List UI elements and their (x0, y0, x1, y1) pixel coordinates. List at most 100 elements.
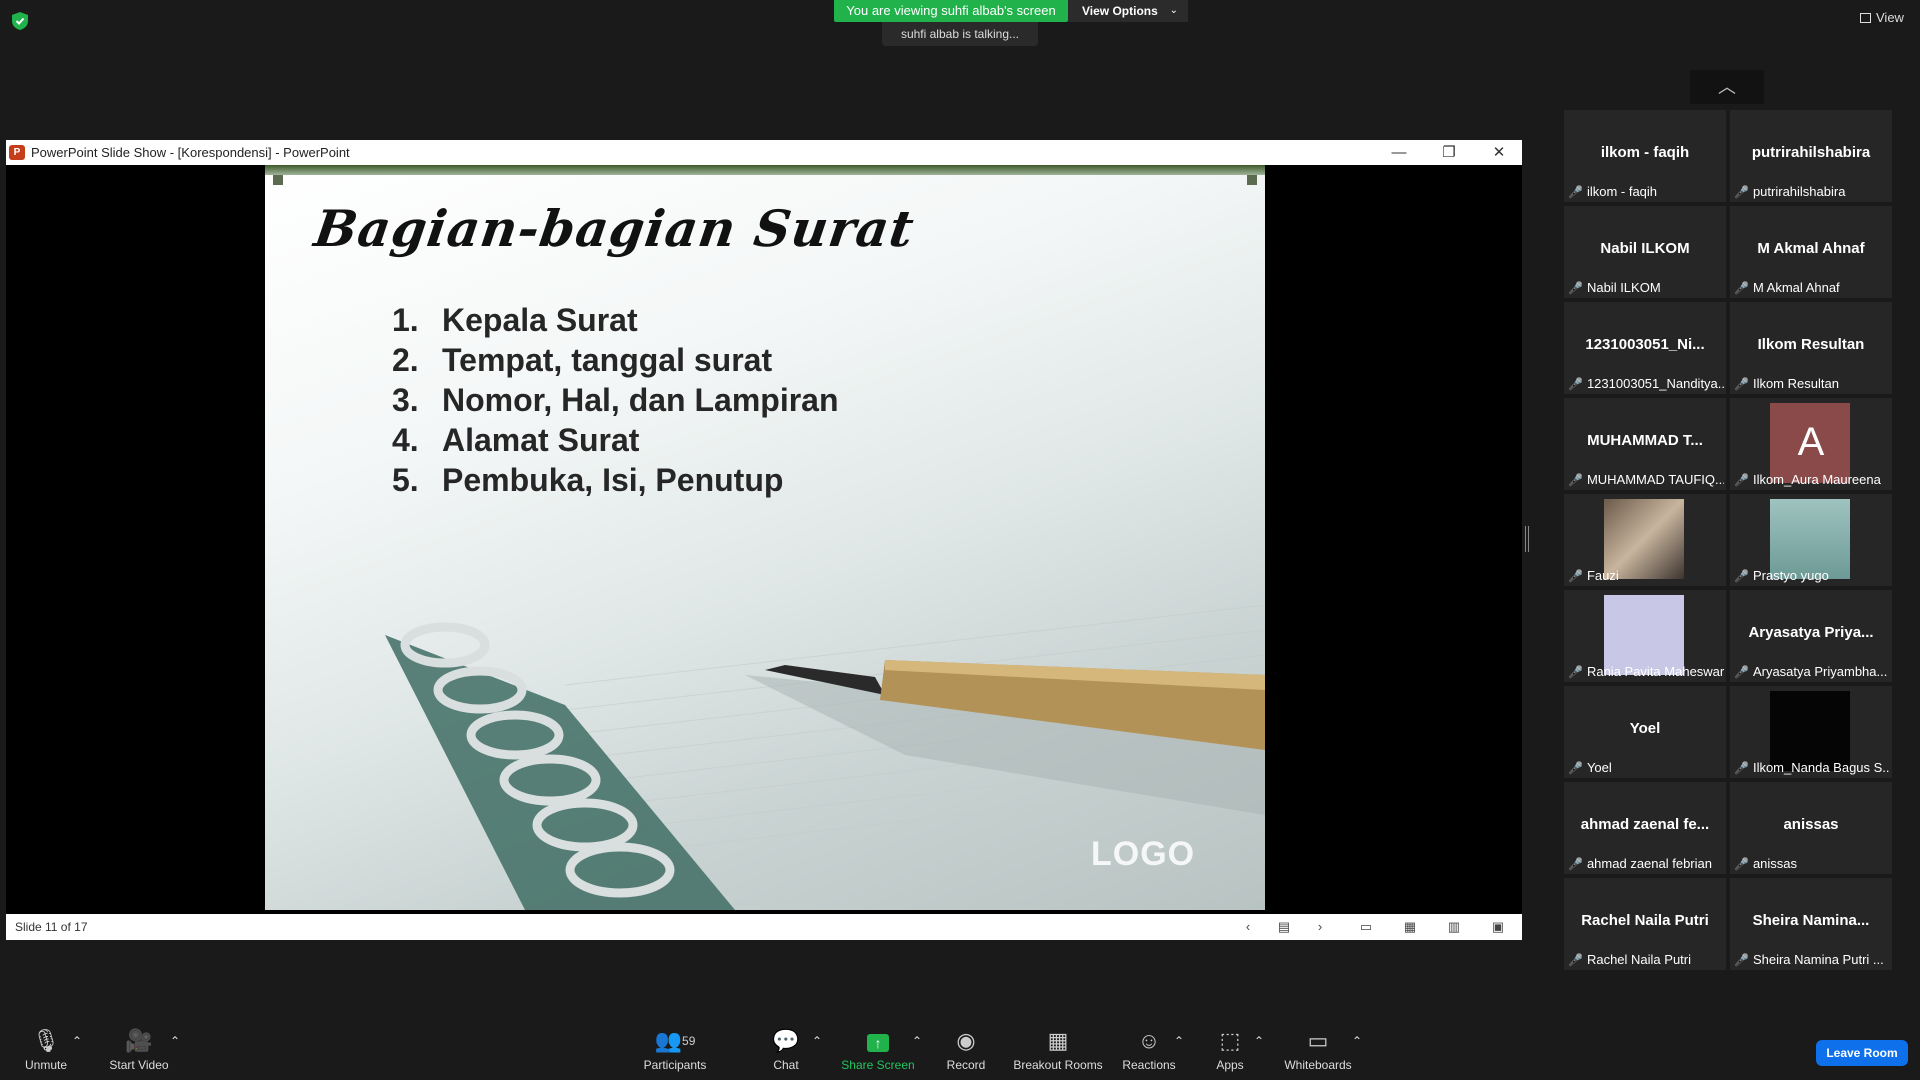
splitter-handle[interactable] (1525, 526, 1529, 552)
participant-name-label: 🎤 1231003051_Nanditya... (1568, 376, 1724, 391)
microphone-muted-icon: 🎤 (1734, 569, 1749, 583)
participant-tile[interactable]: 🎤 Fauzi (1564, 494, 1726, 586)
participant-tile[interactable]: ahmad zaenal fe... 🎤 ahmad zaenal febrian (1564, 782, 1726, 874)
participant-name-label: 🎤 Yoel (1568, 760, 1724, 775)
participant-tile[interactable]: Yoel 🎤 Yoel (1564, 686, 1726, 778)
security-shield-icon[interactable] (12, 12, 28, 30)
participant-display-name: anissas (1783, 816, 1839, 833)
participant-name: anissas (1752, 856, 1798, 871)
participant-name: Rania Pavita Maheswari... (1586, 664, 1724, 679)
participant-tile[interactable]: 🎤 Ilkom_Nanda Bagus S... (1730, 686, 1892, 778)
breakout-rooms-icon: ▦ (1047, 1028, 1069, 1053)
microphone-muted-icon: 🎤 (1568, 665, 1583, 679)
microphone-muted-icon: 🎤 (1734, 761, 1749, 775)
participant-name: Fauzi (1586, 568, 1619, 583)
share-caret-icon[interactable]: ⌃ (912, 1034, 922, 1048)
participant-name-label: 🎤 Ilkom_Nanda Bagus S... (1734, 760, 1890, 775)
view-options-button[interactable]: View Options ⌄ (1068, 0, 1188, 22)
reactions-button[interactable]: ☺ Reactions (1120, 1024, 1178, 1072)
participant-name-label: 🎤 Rachel Naila Putri (1568, 952, 1724, 967)
previous-slide-icon[interactable]: ‹ (1240, 920, 1256, 934)
whiteboards-button[interactable]: ▭ Whiteboards (1282, 1024, 1354, 1072)
slide-menu-icon[interactable]: ▤ (1276, 920, 1292, 934)
apps-button[interactable]: ⬚ Apps (1210, 1024, 1250, 1072)
participant-display-name: putrirahilshabira (1751, 144, 1871, 161)
leave-room-button[interactable]: Leave Room (1816, 1040, 1908, 1066)
participant-tile[interactable]: putrirahilshabira 🎤 putrirahilshabira (1730, 110, 1892, 202)
next-slide-icon[interactable]: › (1312, 920, 1328, 934)
participant-display-name: 1231003051_Ni... (1585, 336, 1705, 353)
ppt-window-title: PowerPoint Slide Show - [Korespondensi] … (31, 145, 350, 160)
microphone-muted-icon: 🎙 (32, 1028, 60, 1053)
share-screen-button[interactable]: ↑ Share Screen (838, 1024, 918, 1072)
participant-tile[interactable]: Sheira Namina... 🎤 Sheira Namina Putri ... (1730, 878, 1892, 970)
participant-name-label: 🎤 Rania Pavita Maheswari... (1568, 664, 1724, 679)
participant-name-label: 🎤 Ilkom_Aura Maureena (1734, 472, 1890, 487)
microphone-muted-icon: 🎤 (1568, 281, 1583, 295)
participants-button[interactable]: 👥59 Participants (640, 1024, 710, 1072)
participants-label: Participants (643, 1058, 707, 1072)
slide-sorter-icon[interactable]: ▦ (1402, 920, 1418, 934)
apps-icon: ⬚ (1219, 1028, 1241, 1053)
participant-tile[interactable]: MUHAMMAD T... 🎤 MUHAMMAD TAUFIQ... (1564, 398, 1726, 490)
microphone-muted-icon: 🎤 (1568, 473, 1583, 487)
participant-display-name: MUHAMMAD T... (1587, 432, 1703, 449)
chat-label: Chat (773, 1058, 799, 1072)
participant-name-label: 🎤 M Akmal Ahnaf (1734, 280, 1890, 295)
participant-tile[interactable]: 🎤 Prastyo yugo (1730, 494, 1892, 586)
participant-tile[interactable]: M Akmal Ahnaf 🎤 M Akmal Ahnaf (1730, 206, 1892, 298)
apps-caret-icon[interactable]: ⌃ (1254, 1034, 1264, 1048)
participant-name-label: 🎤 Nabil ILKOM (1568, 280, 1724, 295)
start-video-button[interactable]: 🎥 Start Video (104, 1024, 174, 1072)
chat-icon: 💬 (772, 1028, 800, 1053)
participant-tile[interactable]: anissas 🎤 anissas (1730, 782, 1892, 874)
avatar (1770, 499, 1850, 579)
participant-name: Ilkom Resultan (1752, 376, 1839, 391)
participant-name: Aryasatya Priyambha... (1752, 664, 1888, 679)
microphone-muted-icon: 🎤 (1734, 473, 1749, 487)
participant-tile[interactable]: ilkom - faqih 🎤 ilkom - faqih (1564, 110, 1726, 202)
participant-tile[interactable]: Ilkom Resultan 🎤 Ilkom Resultan (1730, 302, 1892, 394)
reading-view-icon[interactable]: ▥ (1446, 920, 1462, 934)
participant-tile[interactable]: A 🎤 Ilkom_Aura Maureena (1730, 398, 1892, 490)
restore-icon[interactable]: ❐ (1426, 140, 1472, 165)
participant-name: Rachel Naila Putri (1586, 952, 1691, 967)
participant-tile[interactable]: Rachel Naila Putri 🎤 Rachel Naila Putri (1564, 878, 1726, 970)
reactions-caret-icon[interactable]: ⌃ (1174, 1034, 1184, 1048)
slide-show-icon[interactable]: ▣ (1490, 920, 1506, 934)
unmute-button[interactable]: 🎙 Unmute (20, 1024, 72, 1072)
gallery-collapse-button[interactable]: ︿ (1690, 70, 1764, 104)
participant-name-label: 🎤 anissas (1734, 856, 1890, 871)
microphone-muted-icon: 🎤 (1568, 185, 1583, 199)
participant-name: Sheira Namina Putri ... (1752, 952, 1884, 967)
participant-name: M Akmal Ahnaf (1752, 280, 1840, 295)
record-button[interactable]: ◉ Record (944, 1024, 988, 1072)
participant-tile[interactable]: Nabil ILKOM 🎤 Nabil ILKOM (1564, 206, 1726, 298)
reactions-label: Reactions (1122, 1058, 1176, 1072)
microphone-muted-icon: 🎤 (1734, 185, 1749, 199)
whiteboards-caret-icon[interactable]: ⌃ (1352, 1034, 1362, 1048)
participant-tile[interactable]: Aryasatya Priya... 🎤 Aryasatya Priyambha..… (1730, 590, 1892, 682)
participant-display-name: M Akmal Ahnaf (1757, 240, 1865, 257)
view-button[interactable]: View (1860, 10, 1904, 25)
microphone-muted-icon: 🎤 (1568, 761, 1583, 775)
video-off-icon: 🎥 (125, 1028, 153, 1053)
normal-view-icon[interactable]: ▭ (1358, 920, 1374, 934)
participants-count: 59 (682, 1034, 696, 1048)
participant-tile[interactable]: 🎤 Rania Pavita Maheswari... (1564, 590, 1726, 682)
minimize-icon[interactable]: — (1376, 140, 1422, 165)
chat-button[interactable]: 💬 Chat (766, 1024, 806, 1072)
participant-tile[interactable]: 1231003051_Ni... 🎤 1231003051_Nanditya... (1564, 302, 1726, 394)
video-options-caret-icon[interactable]: ⌃ (170, 1034, 180, 1048)
chat-caret-icon[interactable]: ⌃ (812, 1034, 822, 1048)
microphone-muted-icon: 🎤 (1734, 281, 1749, 295)
breakout-rooms-label: Breakout Rooms (1013, 1058, 1103, 1072)
breakout-rooms-button[interactable]: ▦ Breakout Rooms (1012, 1024, 1104, 1072)
avatar (1604, 499, 1684, 579)
shared-powerpoint-window: PowerPoint Slide Show - [Korespondensi] … (6, 140, 1522, 940)
audio-options-caret-icon[interactable]: ⌃ (72, 1034, 82, 1048)
close-icon[interactable]: ✕ (1476, 140, 1522, 165)
share-screen-label: Share Screen (841, 1058, 915, 1072)
microphone-muted-icon: 🎤 (1568, 953, 1583, 967)
view-options-label: View Options (1082, 4, 1158, 18)
